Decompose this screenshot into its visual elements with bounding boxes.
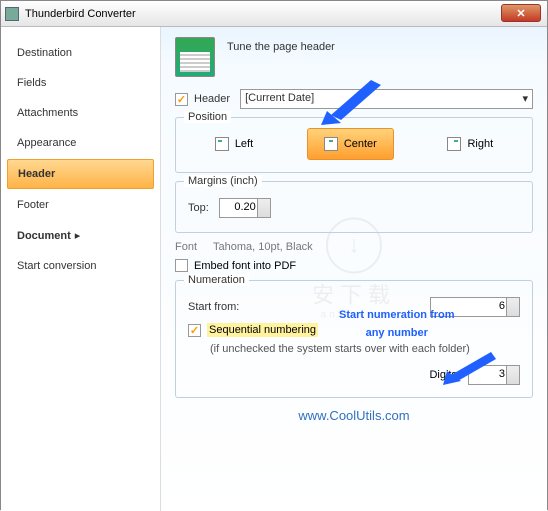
page-header-icon	[175, 37, 215, 77]
sidebar-label: Header	[18, 168, 55, 180]
spinner-value: 0.20	[234, 201, 255, 213]
start-from-label: Start from:	[188, 301, 239, 313]
chevron-right-icon: ▸	[75, 230, 81, 242]
sidebar-item-destination[interactable]: Destination	[7, 39, 154, 67]
sidebar-label: Destination	[17, 47, 72, 59]
position-label: Right	[467, 138, 493, 150]
app-icon	[5, 7, 19, 21]
position-label: Center	[344, 138, 377, 150]
position-fieldset: Position Left Center Right	[175, 117, 533, 173]
sidebar-item-fields[interactable]: Fields	[7, 69, 154, 97]
sidebar-item-footer[interactable]: Footer	[7, 191, 154, 219]
sequential-label: Sequential numbering	[207, 323, 318, 337]
content-panel: 安下载 anxz.com Tune the page header Header…	[161, 27, 547, 511]
font-value: Tahoma, 10pt, Black	[213, 241, 313, 253]
sidebar-item-start-conversion[interactable]: Start conversion	[7, 252, 154, 280]
spinner-arrows-icon: ▲▼	[510, 298, 517, 316]
spinner-value: 3	[499, 368, 505, 380]
spinner-arrows-icon: ▲▼	[510, 366, 517, 384]
position-legend: Position	[184, 111, 231, 123]
margins-legend: Margins (inch)	[184, 175, 262, 187]
dropdown-value: [Current Date]	[245, 92, 314, 104]
sidebar-label: Attachments	[17, 107, 78, 119]
tune-label: Tune the page header	[227, 41, 335, 53]
header-checkbox-label: Header	[194, 93, 230, 105]
header-checkbox[interactable]	[175, 93, 188, 106]
align-right-icon	[447, 137, 461, 151]
sidebar-item-attachments[interactable]: Attachments	[7, 99, 154, 127]
close-button[interactable]: ✕	[501, 4, 541, 22]
spinner-arrows-icon: ▲▼	[261, 199, 268, 217]
margin-top-label: Top:	[188, 202, 209, 214]
sidebar-label: Document	[17, 230, 71, 242]
embed-font-checkbox[interactable]	[175, 259, 188, 272]
digits-spinner[interactable]: 3 ▲▼	[468, 365, 520, 385]
sidebar: Destination Fields Attachments Appearanc…	[1, 27, 161, 511]
align-left-icon	[215, 137, 229, 151]
margins-fieldset: Margins (inch) Top: 0.20 ▲▼	[175, 181, 533, 233]
footer-link[interactable]: www.CoolUtils.com	[175, 408, 533, 423]
embed-font-label: Embed font into PDF	[194, 260, 296, 272]
position-left-button[interactable]: Left	[199, 129, 269, 159]
sidebar-label: Fields	[17, 77, 46, 89]
annotation-callout: Start numeration fromany number	[339, 305, 455, 341]
position-right-button[interactable]: Right	[431, 129, 509, 159]
header-value-dropdown[interactable]: [Current Date]	[240, 89, 533, 109]
sidebar-label: Appearance	[17, 137, 76, 149]
sidebar-item-appearance[interactable]: Appearance	[7, 129, 154, 157]
window-title: Thunderbird Converter	[25, 8, 136, 20]
sidebar-label: Footer	[17, 199, 49, 211]
align-center-icon	[324, 137, 338, 151]
font-label: Font	[175, 241, 197, 253]
margin-top-spinner[interactable]: 0.20 ▲▼	[219, 198, 271, 218]
sidebar-item-header[interactable]: Header	[7, 159, 154, 189]
numeration-legend: Numeration	[184, 274, 249, 286]
sequential-checkbox[interactable]	[188, 324, 201, 337]
spinner-value: 6	[499, 300, 505, 312]
position-center-button[interactable]: Center	[307, 128, 394, 160]
position-label: Left	[235, 138, 253, 150]
sequential-note: (if unchecked the system starts over wit…	[210, 343, 520, 355]
sidebar-item-document[interactable]: Document ▸	[7, 221, 154, 250]
sidebar-label: Start conversion	[17, 260, 96, 272]
digits-label: Digits:	[429, 369, 460, 381]
